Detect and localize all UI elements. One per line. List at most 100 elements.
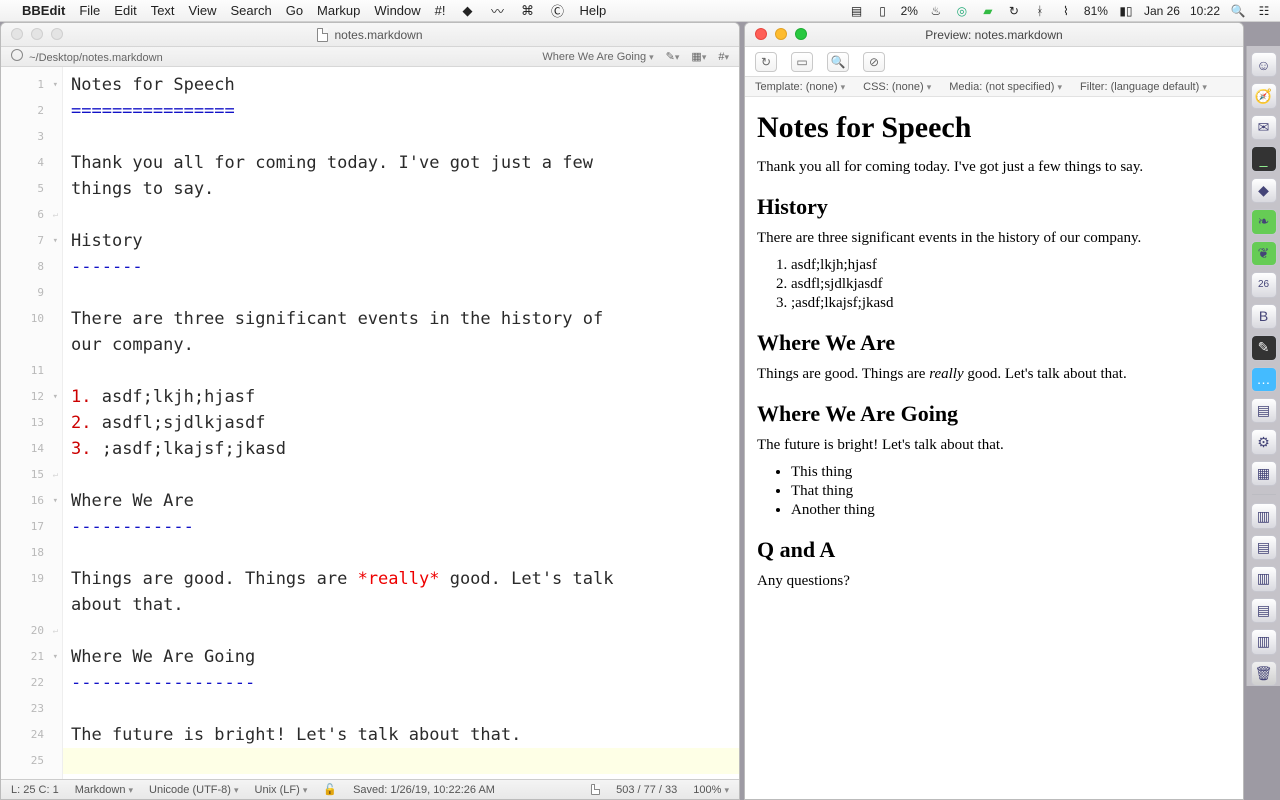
dock-app[interactable]: ◆ [1251,178,1277,203]
hash-icon[interactable]: #▾ [718,51,729,63]
battery-low-pct: 2% [901,4,918,18]
dock-doc[interactable]: ▥ [1251,503,1277,528]
wifi-icon[interactable]: ⌇ [1058,3,1074,19]
menu-file[interactable]: File [79,3,100,18]
dock-leaf1[interactable]: ❧ [1251,209,1277,234]
dock-bbedit[interactable]: B [1251,304,1277,329]
menu-markup[interactable]: Markup [317,3,360,18]
reload-button[interactable]: ↻ [755,52,777,72]
preview-h2-qa: Q and A [757,537,1231,563]
battery-icon[interactable]: ▮▯ [1118,3,1134,19]
inspect-button[interactable]: 🔍 [827,52,849,72]
status-lineend[interactable]: Unix (LF) ▾ [255,784,308,796]
menu-view[interactable]: View [189,3,217,18]
dock-app2[interactable]: ▦ [1251,461,1277,486]
editor-filename: notes.markdown [334,28,422,42]
zoom-icon[interactable] [51,28,63,40]
close-icon[interactable] [11,28,23,40]
line-gutter[interactable]: 1234567891011121314151617181920212223242… [1,67,63,779]
zoom-icon[interactable] [795,28,807,40]
template-filter[interactable]: Template: (none) ▾ [755,81,845,93]
circle-c-icon[interactable]: Ⓒ [550,3,566,19]
open-doc-button[interactable]: ▭ [791,52,813,72]
dock-leaf2[interactable]: ❦ [1251,241,1277,266]
preview-body[interactable]: Notes for Speech Thank you all for comin… [745,97,1243,799]
dock-trash[interactable]: 🗑 [1251,661,1277,686]
preview-ol: asdf;lkjh;hjasf asdfl;sjdlkjasdf ;asdf;l… [791,257,1231,312]
preview-titlebar[interactable]: Preview: notes.markdown [745,23,1243,47]
dock-safari[interactable]: 🧭 [1251,83,1277,108]
flame-icon[interactable]: ♨ [928,3,944,19]
dock-calendar[interactable]: 26 [1251,272,1277,297]
script-icon[interactable]: 〰 [490,3,506,19]
lock-icon[interactable]: 🔓 [323,783,337,796]
editor-titlebar[interactable]: notes.markdown [1,23,739,47]
dock-pref[interactable]: ⚙ [1251,429,1277,454]
lang-filter[interactable]: Filter: (language default) ▾ [1080,81,1207,93]
status-lang[interactable]: Markdown ▾ [75,784,133,796]
minimize-icon[interactable] [775,28,787,40]
list-item: ;asdf;lkajsf;jkasd [791,295,1231,312]
preview-history-p: There are three significant events in th… [757,230,1231,247]
menubar-time[interactable]: 10:22 [1190,4,1220,18]
editor-window: notes.markdown ~/Desktop/notes.markdown … [0,22,740,800]
menu-edit[interactable]: Edit [114,3,136,18]
bluetooth-icon[interactable]: ᚼ [1032,3,1048,19]
menu-go[interactable]: Go [286,3,303,18]
editor-path[interactable]: ~/Desktop/notes.markdown [29,52,163,64]
media-filter[interactable]: Media: (not specified) ▾ [949,81,1062,93]
css-filter[interactable]: CSS: (none) ▾ [863,81,931,93]
dock-doc4[interactable]: ▤ [1251,598,1277,623]
list-item: asdfl;sjdlkjasdf [791,276,1231,293]
dock-doc3[interactable]: ▥ [1251,566,1277,591]
dock-chat[interactable]: … [1251,367,1277,392]
timemachine-icon[interactable]: ↻ [1006,3,1022,19]
menubar-date[interactable]: Jan 26 [1144,4,1180,18]
dock-mail[interactable]: ✉ [1251,115,1277,140]
status-saved: Saved: 1/26/19, 10:22:26 AM [353,784,495,796]
list-item: asdf;lkjh;hjasf [791,257,1231,274]
app-name[interactable]: BBEdit [22,3,65,18]
dock-tool[interactable]: ✎ [1251,335,1277,360]
diamond-icon[interactable]: ◆ [460,3,476,19]
preview-ul: This thing That thing Another thing [791,464,1231,519]
status-zoom[interactable]: 100% ▾ [693,784,729,796]
dock: ☺ 🧭 ✉ _ ◆ ❧ ❦ 26 B ✎ … ▤ ⚙ ▦ ▥ ▤ ▥ ▤ ▥ 🗑 [1246,46,1280,686]
dock-doc5[interactable]: ▥ [1251,629,1277,654]
close-icon[interactable] [755,28,767,40]
battery-low-icon[interactable]: ▯ [875,3,891,19]
te-icon[interactable]: ◎ [954,3,970,19]
battery-pct: 81% [1084,4,1108,18]
blocks-icon[interactable]: ▦▾ [691,50,706,63]
disable-button[interactable]: ⊘ [863,52,885,72]
status-encoding[interactable]: Unicode (UTF-8) ▾ [149,784,239,796]
menu-help[interactable]: Help [580,3,607,18]
document-icon [317,28,328,42]
clover-icon[interactable]: ⌘ [520,3,536,19]
nav-section[interactable]: Where We Are Going ▾ [542,51,653,63]
minimize-icon[interactable] [31,28,43,40]
control-center-icon[interactable]: ☷ [1256,3,1272,19]
disk-icon[interactable]: ▰ [980,3,996,19]
preview-where-p: Things are good. Things are really good.… [757,366,1231,383]
document-icon[interactable] [591,784,600,795]
preview-intro: Thank you all for coming today. I've got… [757,159,1231,176]
menubar: BBEdit File Edit Text View Search Go Mar… [0,0,1280,22]
dock-textedit[interactable]: ▤ [1251,398,1277,423]
menu-text[interactable]: Text [151,3,175,18]
dock-finder[interactable]: ☺ [1251,52,1277,77]
pencil-icon[interactable]: ✎▾ [666,50,680,63]
dock-doc2[interactable]: ▤ [1251,535,1277,560]
bars-icon[interactable]: ▤ [849,3,865,19]
list-item: This thing [791,464,1231,481]
preview-h1: Notes for Speech [757,111,1231,145]
editor-textarea[interactable]: Notes for Speech================ Thank y… [63,67,739,779]
menu-shebang[interactable]: #! [435,3,446,18]
menu-window[interactable]: Window [374,3,420,18]
dock-terminal[interactable]: _ [1251,146,1277,171]
gear-icon[interactable] [11,49,23,61]
spotlight-icon[interactable]: 🔍 [1230,3,1246,19]
preview-qa-p: Any questions? [757,573,1231,590]
menu-search[interactable]: Search [231,3,272,18]
list-item: That thing [791,483,1231,500]
